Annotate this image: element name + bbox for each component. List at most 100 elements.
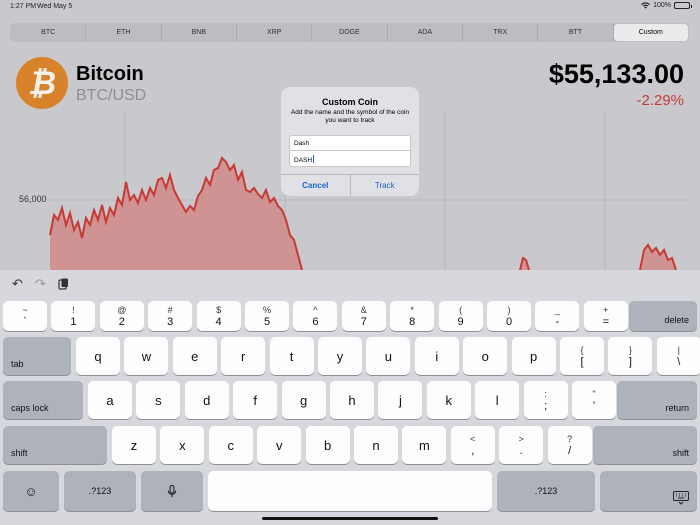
key-base-symbol: 4: [215, 316, 222, 328]
undo-icon[interactable]: ↶: [12, 276, 23, 292]
key-letter-y[interactable]: y: [318, 337, 362, 375]
key-letter-x[interactable]: x: [160, 426, 205, 464]
numbers-right-key[interactable]: .?123: [497, 471, 595, 511]
software-keyboard: ↶ ↷ ~ `! 1 @2 #3 $4% 5 ^ 6 & 7 * 8(9) 0 _ - + = delete tab q…: [0, 270, 700, 525]
key-base-symbol: `: [23, 316, 27, 328]
tab-key[interactable]: tab: [3, 337, 71, 375]
coin-symbol-input[interactable]: DASH: [289, 151, 411, 167]
key-number-2[interactable]: @2: [99, 301, 144, 331]
paste-icon[interactable]: [58, 278, 69, 293]
key-letter-v[interactable]: v: [257, 426, 302, 464]
key-number-3[interactable]: #3: [148, 301, 193, 331]
cancel-button[interactable]: Cancel: [281, 175, 351, 196]
key-letter-q[interactable]: q: [76, 337, 120, 375]
key-letter-u[interactable]: u: [366, 337, 411, 375]
tab-custom[interactable]: Custom: [613, 24, 688, 41]
key-bracket-1[interactable]: }]: [608, 337, 653, 375]
shift-left-key[interactable]: shift: [3, 426, 107, 464]
key-base-symbol: ,: [471, 445, 475, 457]
return-key[interactable]: return: [617, 381, 697, 419]
tab-btt[interactable]: BTT: [538, 24, 614, 41]
key-letter-c[interactable]: c: [208, 426, 253, 464]
shift-right-key[interactable]: shift: [593, 426, 697, 464]
key-punct-0[interactable]: :;: [523, 381, 568, 419]
key-letter-l[interactable]: l: [475, 381, 520, 419]
key-number-0[interactable]: ~ `: [3, 301, 47, 331]
key-punct-z-0[interactable]: <,: [450, 426, 495, 464]
key-letter-o[interactable]: o: [463, 337, 508, 375]
key-letter-a[interactable]: a: [88, 381, 132, 419]
key-letter-b[interactable]: b: [305, 426, 350, 464]
paste-icon-svg: [58, 278, 68, 290]
key-bracket-2[interactable]: | \: [656, 337, 700, 375]
key-letter-s[interactable]: s: [136, 381, 181, 419]
key-letter-e[interactable]: e: [172, 337, 217, 375]
coin-name-input[interactable]: Dash: [289, 135, 411, 151]
key-punct-1[interactable]: " ': [572, 381, 616, 419]
key-letter-d[interactable]: d: [184, 381, 229, 419]
key-number-5[interactable]: % 5: [245, 301, 289, 331]
tab-eth[interactable]: ETH: [86, 24, 162, 41]
key-letter-g[interactable]: g: [281, 381, 326, 419]
dictation-key[interactable]: [141, 471, 203, 511]
key-shift-symbol: @: [117, 305, 127, 315]
key-number-10[interactable]: ) 0: [487, 301, 531, 331]
tab-xrp[interactable]: XRP: [237, 24, 313, 41]
key-shift-symbol: ~: [22, 305, 28, 315]
key-letter-z[interactable]: z: [112, 426, 156, 464]
numbers-left-key[interactable]: .?123: [64, 471, 136, 511]
redo-icon[interactable]: ↷: [35, 276, 46, 292]
tab-btc[interactable]: BTC: [11, 24, 87, 41]
track-button[interactable]: Track: [351, 175, 420, 196]
key-number-12[interactable]: + =: [583, 301, 628, 331]
key-letter-w[interactable]: w: [124, 337, 169, 375]
key-shift-symbol: +: [603, 305, 609, 315]
key-punct-z-1[interactable]: >.: [499, 426, 544, 464]
key-number-11[interactable]: _ -: [535, 301, 580, 331]
delete-key[interactable]: delete: [629, 301, 697, 331]
key-letter-k[interactable]: k: [426, 381, 471, 419]
key-letter-j[interactable]: j: [378, 381, 423, 419]
key-base-symbol: .: [519, 445, 523, 457]
wifi-icon: [641, 2, 650, 9]
key-shift-symbol: _: [554, 305, 560, 315]
tab-trx[interactable]: TRX: [463, 24, 539, 41]
emoji-key[interactable]: ☺: [3, 471, 59, 511]
custom-coin-dialog: Custom Coin Add the name and the symbol …: [281, 87, 419, 196]
key-base-symbol: ': [592, 400, 596, 412]
status-time: 1:27 PM: [10, 3, 37, 10]
key-number-6[interactable]: ^ 6: [293, 301, 338, 331]
home-indicator: [262, 517, 438, 520]
tab-ada[interactable]: ADA: [388, 24, 463, 41]
key-base-symbol: ;: [544, 400, 548, 412]
key-base-symbol: [: [580, 356, 584, 368]
tab-doge[interactable]: DOGE: [312, 24, 388, 41]
key-punct-z-2[interactable]: ? /: [547, 426, 592, 464]
tab-bnb[interactable]: BNB: [162, 24, 237, 41]
key-number-4[interactable]: $4: [196, 301, 241, 331]
key-number-8[interactable]: * 8: [390, 301, 435, 331]
key-letter-n[interactable]: n: [354, 426, 398, 464]
key-number-1[interactable]: ! 1: [51, 301, 96, 331]
key-letter-t[interactable]: t: [269, 337, 314, 375]
key-bracket-0[interactable]: {[: [560, 337, 604, 375]
key-shift-symbol: <: [470, 434, 476, 444]
coin-name-value: Dash: [294, 140, 310, 147]
text-caret: [313, 155, 315, 163]
key-number-9[interactable]: (9: [438, 301, 483, 331]
key-letter-m[interactable]: m: [402, 426, 447, 464]
key-letter-i[interactable]: i: [414, 337, 459, 375]
caps-lock-key[interactable]: caps lock: [3, 381, 83, 419]
key-letter-h[interactable]: h: [330, 381, 374, 419]
key-base-symbol: -: [555, 316, 560, 328]
key-number-7[interactable]: & 7: [341, 301, 386, 331]
key-letter-p[interactable]: p: [511, 337, 556, 375]
key-letter-f[interactable]: f: [233, 381, 278, 419]
dialog-message: Add the name and the symbol of the coin …: [290, 109, 410, 124]
key-shift-symbol: |: [677, 345, 680, 355]
keyboard-dismiss-key[interactable]: [600, 471, 697, 511]
key-letter-r[interactable]: r: [221, 337, 266, 375]
coin-symbol-value: DASH: [294, 157, 313, 164]
space-key[interactable]: [208, 471, 492, 511]
status-right: 100%: [641, 2, 692, 9]
